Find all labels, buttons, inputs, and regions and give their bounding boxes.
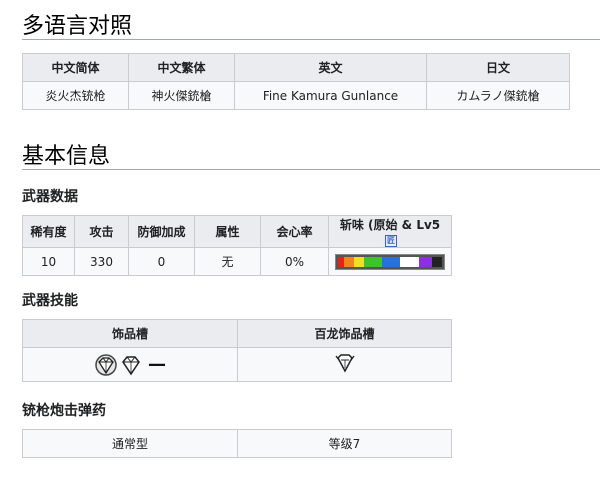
header-sharpness: 斩味 (原始 & Lv5 匠 <box>328 215 452 248</box>
lang-header-traditional: 中文繁体 <box>128 53 235 82</box>
deco-slot-level-3-icon <box>95 353 117 376</box>
header-affinity-label: 会心率 <box>276 225 313 239</box>
value-element: 无 <box>194 247 261 276</box>
header-attack: 攻击 <box>74 215 129 248</box>
multilang-heading: 多语言对照 <box>22 14 133 39</box>
sharpness-segment <box>353 256 364 267</box>
shell-level: 等级7 <box>237 429 452 458</box>
lang-value-japanese: カムラノ傑銃槍 <box>426 81 570 110</box>
value-rarity: 10 <box>22 247 75 276</box>
header-defense: 防御加成 <box>128 215 195 248</box>
lang-header-english: 英文 <box>234 53 427 82</box>
sharpness-segment <box>419 256 432 267</box>
deco-slot-level-2-icon <box>122 355 140 375</box>
sharpness-bar <box>335 253 445 270</box>
deco-slots-cell: — <box>22 347 238 382</box>
empty-slot-dash: — <box>148 354 166 375</box>
sharpness-segment <box>400 256 420 267</box>
value-attack: 330 <box>74 247 129 276</box>
lang-header-japanese: 日文 <box>426 53 570 82</box>
handicraft-icon[interactable]: 匠 <box>385 234 397 247</box>
weapon-skills-table: 饰品槽 百龙饰品槽 — <box>22 319 452 382</box>
value-sharpness <box>328 247 452 276</box>
gunlance-shell-title: 铳枪炮击弹药 <box>22 403 106 419</box>
weapon-data-title: 武器数据 <box>22 189 78 205</box>
lang-value-simplified: 炎火杰铳枪 <box>22 81 129 110</box>
value-defense: 0 <box>128 247 195 276</box>
value-affinity: 0% <box>260 247 329 276</box>
rampage-slots-cell <box>237 347 452 382</box>
gunlance-shell-table: 通常型 等级7 <box>22 429 452 458</box>
lang-value-traditional: 神火傑銃槍 <box>128 81 235 110</box>
language-table: 中文简体 中文繁体 英文 日文 炎火杰铳枪 神火傑銃槍 Fine Kamura … <box>22 53 570 110</box>
shell-type: 通常型 <box>22 429 238 458</box>
lang-value-english: Fine Kamura Gunlance <box>234 81 427 110</box>
header-sharpness-label: 斩味 (原始 & Lv5 <box>339 218 441 232</box>
weapon-skills-title: 武器技能 <box>22 293 78 309</box>
multilang-divider <box>22 39 600 40</box>
header-rampage-slots: 百龙饰品槽 <box>237 319 452 348</box>
header-rarity: 稀有度 <box>22 215 75 248</box>
lang-header-simplified: 中文简体 <box>22 53 129 82</box>
sharpness-segment <box>363 256 382 267</box>
basic-info-divider <box>22 169 600 170</box>
header-element: 属性 <box>194 215 261 248</box>
rampage-deco-slot-icon <box>334 354 355 373</box>
weapon-data-table: 稀有度 攻击 防御加成 属性 会心率 斩味 (原始 & Lv5匠 10 330 … <box>22 215 452 276</box>
header-affinity: 会心率 <box>260 215 329 248</box>
sharpness-segment <box>344 256 354 267</box>
sharpness-segment <box>431 256 442 267</box>
sharpness-segment <box>381 256 401 267</box>
header-deco-slots: 饰品槽 <box>22 319 238 348</box>
basic-info-heading: 基本信息 <box>22 144 111 169</box>
